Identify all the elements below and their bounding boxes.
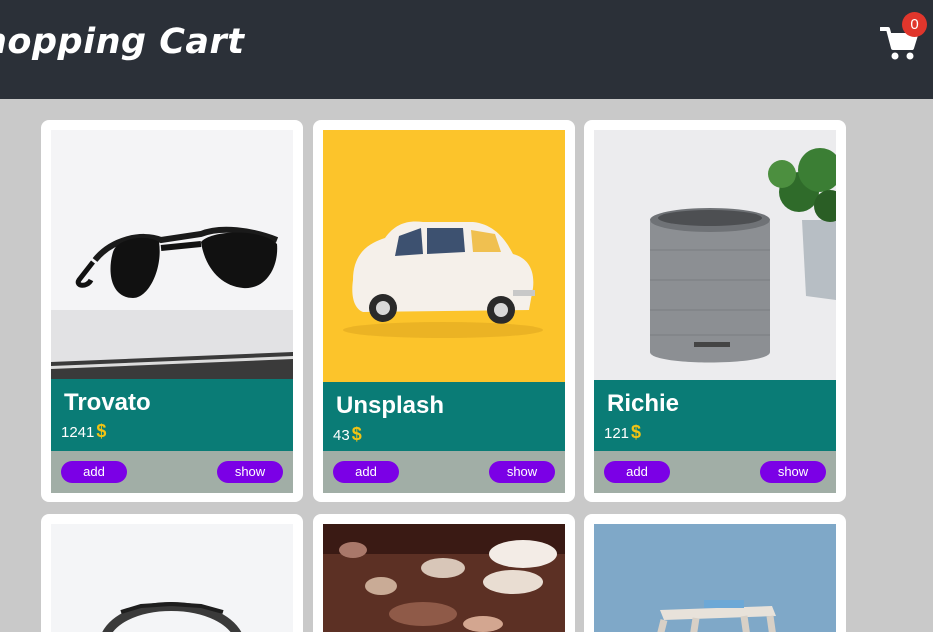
product-actions: add show	[323, 451, 565, 493]
product-info: Unsplash 43 $	[323, 382, 565, 451]
product-price: 121 $	[604, 422, 642, 442]
add-to-cart-button[interactable]: add	[333, 461, 399, 483]
product-image-wooden-stool[interactable]	[594, 524, 836, 632]
add-to-cart-button[interactable]: add	[604, 461, 670, 483]
product-price: 1241 $	[61, 421, 107, 441]
product-image-toy-car[interactable]	[323, 130, 565, 382]
product-info: Richie 121 $	[594, 380, 836, 451]
product-card: Unsplash 43 $ add show	[313, 120, 575, 502]
product-card	[313, 514, 575, 632]
product-name: Unsplash	[336, 392, 445, 419]
app-header: hopping Cart 0	[0, 0, 933, 99]
show-product-button[interactable]: show	[760, 461, 826, 483]
product-image-smart-speaker[interactable]	[594, 130, 836, 380]
product-image-headband[interactable]	[51, 524, 293, 632]
product-card: Richie 121 $ add show	[584, 120, 846, 502]
app-title: hopping Cart	[0, 22, 245, 62]
product-info: Trovato 1241 $	[51, 379, 293, 451]
product-actions: add show	[51, 451, 293, 493]
show-product-button[interactable]: show	[489, 461, 555, 483]
product-card: Trovato 1241 $ add show	[41, 120, 303, 502]
currency-symbol: $	[351, 424, 362, 444]
show-product-button[interactable]: show	[217, 461, 283, 483]
product-name: Trovato	[64, 389, 151, 416]
add-to-cart-button[interactable]: add	[61, 461, 127, 483]
currency-symbol: $	[631, 422, 642, 442]
product-price: 43 $	[333, 424, 362, 444]
cart-count-badge: 0	[902, 12, 927, 37]
product-image-bokeh-lights[interactable]	[323, 524, 565, 632]
product-card	[41, 514, 303, 632]
currency-symbol: $	[96, 421, 107, 441]
product-card	[584, 514, 846, 632]
product-actions: add show	[594, 451, 836, 493]
product-name: Richie	[607, 390, 680, 417]
product-image-sunglasses[interactable]	[51, 130, 293, 379]
